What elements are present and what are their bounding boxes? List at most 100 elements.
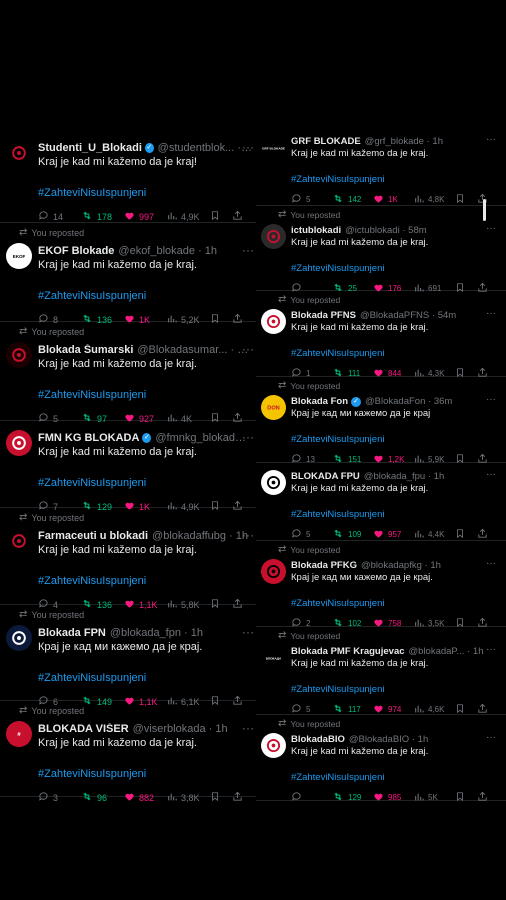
handle-time[interactable]: @blokada_fpn · 1h: [110, 627, 203, 639]
tweet[interactable]: ⇄ You reposted Farmaceuti u blokadi @blo…: [0, 507, 256, 610]
tweet[interactable]: ⇄ You reposted БЛОКАДА Blokada PMF Kraguj…: [256, 626, 506, 715]
views-button[interactable]: 4,4K: [414, 529, 455, 541]
like-button[interactable]: 882: [124, 791, 167, 804]
avatar[interactable]: [6, 625, 32, 651]
share-button[interactable]: [477, 791, 491, 804]
display-name[interactable]: Blokada PFKG: [291, 560, 357, 571]
handle-time[interactable]: @blokadaP... · 1h: [409, 646, 484, 657]
display-name[interactable]: BlokadaBIO: [291, 734, 345, 745]
display-name[interactable]: BLOKADA FPU: [291, 471, 360, 482]
more-options-icon[interactable]: ···: [242, 721, 254, 735]
avatar[interactable]: БЛОКАДА: [261, 645, 286, 670]
hashtag-link[interactable]: #ZahteviNisuIspunjeni: [291, 263, 384, 274]
handle-time[interactable]: @grf_blokade · 1h: [365, 136, 443, 147]
handle-time[interactable]: @studentblok... · 16m: [158, 142, 252, 154]
avatar[interactable]: EKOF: [6, 243, 32, 269]
more-options-icon[interactable]: ···: [486, 223, 496, 234]
tweet[interactable]: GRF BLOKADE GRF BLOKADE @grf_blokade · 1…: [256, 127, 506, 206]
display-name[interactable]: ictublokadi: [291, 225, 341, 236]
views-button[interactable]: 3,8K: [167, 792, 210, 804]
display-name[interactable]: Blokada Fon: [291, 396, 348, 407]
display-name[interactable]: EKOF Blokade: [38, 245, 114, 257]
avatar[interactable]: [6, 140, 32, 166]
tweet[interactable]: ⇄ You reposted Blokada Šumarski @Blokada…: [0, 321, 256, 424]
more-options-icon[interactable]: ···: [242, 140, 254, 154]
views-button[interactable]: 4,9K: [167, 211, 210, 223]
handle-time[interactable]: @ekof_blokade · 1h: [118, 245, 217, 257]
more-options-icon[interactable]: ···: [486, 644, 496, 655]
more-options-icon[interactable]: ···: [486, 308, 496, 319]
more-options-icon[interactable]: ···: [486, 732, 496, 743]
hashtag-link[interactable]: #ZahteviNisuIspunjeni: [291, 598, 384, 609]
avatar[interactable]: GRF BLOKADE: [261, 135, 286, 160]
tweet[interactable]: BLOKADA FPU @blokada_fpu · 1h ··· Kraj je…: [256, 462, 506, 541]
display-name[interactable]: GRF BLOKADE: [291, 136, 361, 147]
share-button[interactable]: [232, 791, 246, 804]
bookmark-button[interactable]: [455, 791, 477, 804]
tweet[interactable]: ⇄ You reposted EKOF EKOF Blokade @ekof_bl…: [0, 222, 256, 325]
display-name[interactable]: Studenti_U_Blokadi: [38, 142, 142, 154]
more-options-icon[interactable]: ···: [242, 625, 254, 639]
display-name[interactable]: Blokada PMF Kragujevac: [291, 646, 405, 657]
reply-button[interactable]: 3: [38, 791, 81, 804]
avatar[interactable]: [6, 342, 32, 368]
tweet[interactable]: ⇄ You reposted Blokada FPN @blokada_fpn …: [0, 604, 256, 707]
display-name[interactable]: Blokada PFNS: [291, 310, 356, 321]
avatar[interactable]: [261, 470, 286, 495]
tweet[interactable]: ⇄ You reposted ictublokadi @ictublokadi …: [256, 205, 506, 293]
avatar[interactable]: DON: [261, 395, 286, 420]
hashtag-link[interactable]: #ZahteviNisuIspunjeni: [38, 575, 146, 587]
hashtag-link[interactable]: #ZahteviNisuIspunjeni: [291, 509, 384, 520]
repost-button[interactable]: 129: [332, 791, 373, 804]
repost-button[interactable]: 96: [81, 791, 124, 804]
tweet[interactable]: ⇄ You reposted BlokadaBIO @BlokadaBIO · …: [256, 714, 506, 804]
bookmark-button[interactable]: [210, 791, 232, 804]
handle-time[interactable]: @blokadaffubg · 1h: [152, 530, 248, 542]
avatar[interactable]: [6, 430, 32, 456]
handle-time[interactable]: @blokadapfkg · 1h: [361, 560, 441, 571]
hashtag-link[interactable]: #ZahteviNisuIspunjeni: [38, 290, 146, 302]
avatar[interactable]: #: [6, 721, 32, 747]
views-button[interactable]: 4,8K: [414, 194, 455, 206]
hashtag-link[interactable]: #ZahteviNisuIspunjeni: [38, 389, 146, 401]
more-options-icon[interactable]: ···: [486, 558, 496, 569]
display-name[interactable]: Farmaceuti u blokadi: [38, 530, 148, 542]
hashtag-link[interactable]: #ZahteviNisuIspunjeni: [291, 772, 384, 783]
like-button[interactable]: 985: [373, 791, 414, 804]
tweet[interactable]: ⇄ You reposted Blokada PFKG @blokadapfkg…: [256, 540, 506, 628]
more-options-icon[interactable]: ···: [242, 342, 254, 356]
display-name[interactable]: BLOKADA VIŠER: [38, 723, 129, 735]
hashtag-link[interactable]: #ZahteviNisuIspunjeni: [38, 672, 146, 684]
tweet[interactable]: FMN KG BLOKADA ✓ @fmnkg_blokada · 1h ···…: [0, 420, 256, 512]
more-options-icon[interactable]: ···: [242, 243, 254, 257]
hashtag-link[interactable]: #ZahteviNisuIspunjeni: [38, 187, 146, 199]
more-options-icon[interactable]: ···: [486, 134, 496, 145]
handle-time[interactable]: @BlokadaFon · 36m: [365, 396, 452, 407]
reply-button[interactable]: [291, 791, 332, 804]
avatar[interactable]: [261, 309, 286, 334]
more-options-icon[interactable]: ···: [242, 528, 254, 542]
tweet[interactable]: Studenti_U_Blokadi ✓ @studentblok... · 1…: [0, 130, 256, 223]
more-options-icon[interactable]: ···: [242, 430, 254, 444]
avatar[interactable]: [261, 733, 286, 758]
handle-time[interactable]: @blokada_fpu · 1h: [364, 471, 444, 482]
hashtag-link[interactable]: #ZahteviNisuIspunjeni: [38, 768, 146, 780]
hashtag-link[interactable]: #ZahteviNisuIspunjeni: [38, 477, 146, 489]
handle-time[interactable]: @BlokadaBIO · 1h: [349, 734, 428, 745]
more-options-icon[interactable]: ···: [486, 469, 496, 480]
more-options-icon[interactable]: ···: [486, 394, 496, 405]
views-button[interactable]: 5K: [414, 792, 455, 804]
hashtag-link[interactable]: #ZahteviNisuIspunjeni: [291, 348, 384, 359]
avatar[interactable]: [261, 559, 286, 584]
display-name[interactable]: Blokada Šumarski: [38, 344, 133, 356]
display-name[interactable]: FMN KG BLOKADA: [38, 432, 139, 444]
hashtag-link[interactable]: #ZahteviNisuIspunjeni: [291, 174, 384, 185]
display-name[interactable]: Blokada FPN: [38, 627, 106, 639]
handle-time[interactable]: @ictublokadi · 58m: [345, 225, 426, 236]
avatar[interactable]: [261, 224, 286, 249]
tweet[interactable]: ⇄ You reposted DON Blokada Fon ✓ @Blokada…: [256, 376, 506, 464]
scrollbar-thumb[interactable]: [483, 199, 486, 221]
handle-time[interactable]: @fmnkg_blokada · 1h: [155, 432, 252, 444]
hashtag-link[interactable]: #ZahteviNisuIspunjeni: [291, 684, 384, 695]
handle-time[interactable]: @viserblokada · 1h: [133, 723, 228, 735]
